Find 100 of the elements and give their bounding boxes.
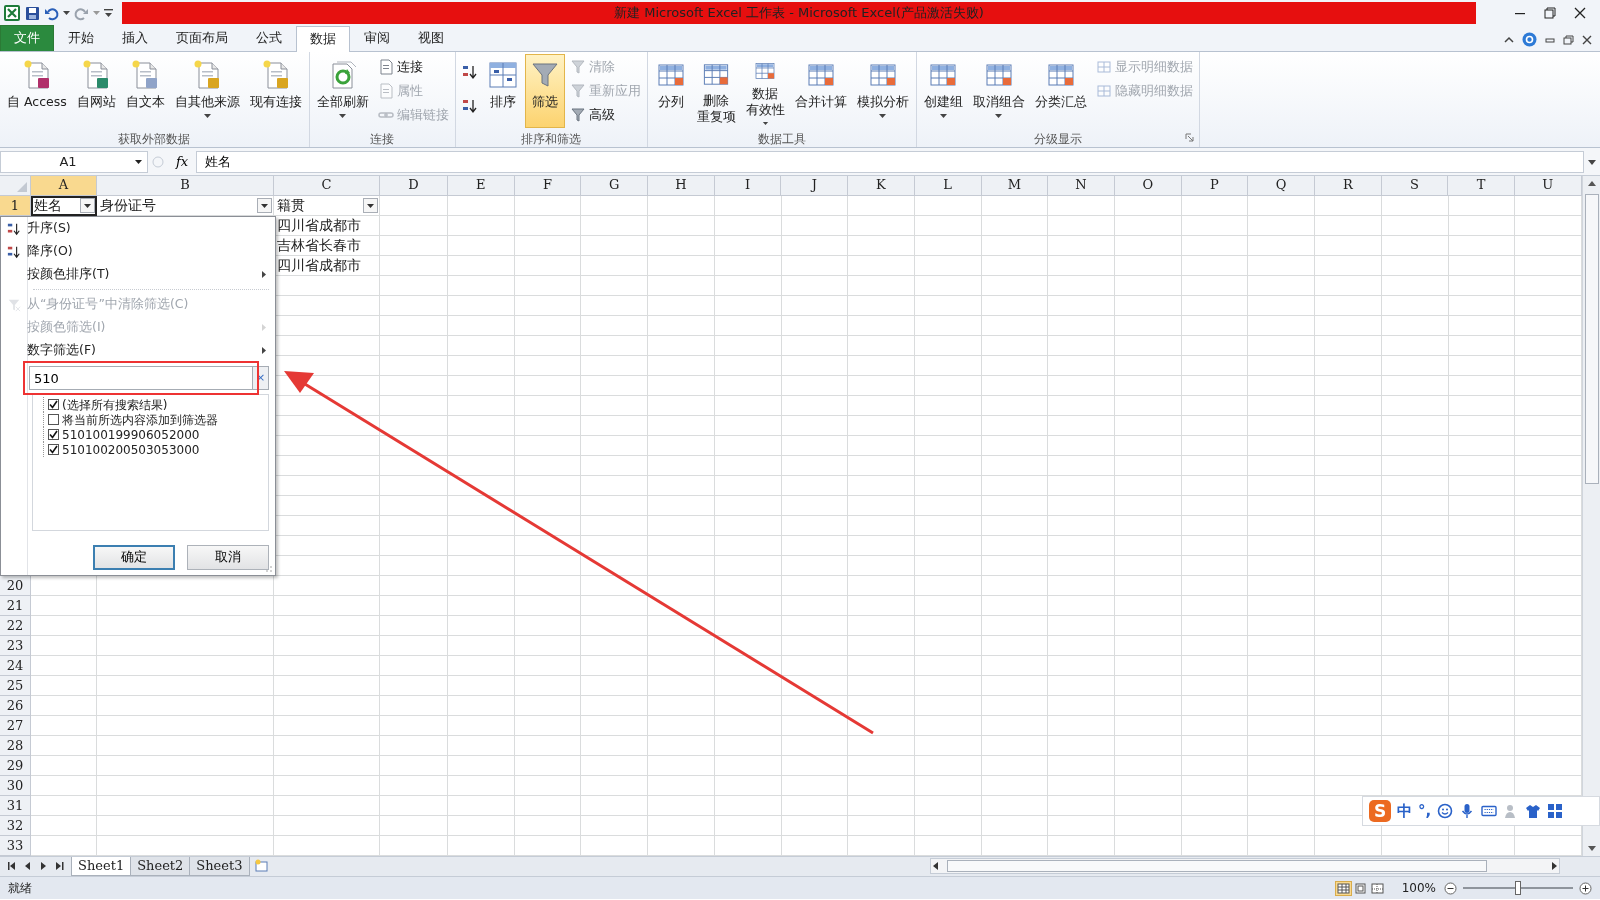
row-header[interactable]: 28 bbox=[0, 736, 31, 756]
row-header[interactable]: 32 bbox=[0, 816, 31, 836]
ribbon-button[interactable]: 高级 bbox=[566, 104, 644, 126]
save-icon[interactable] bbox=[25, 5, 40, 21]
ribbon-button[interactable]: 全部刷新 bbox=[312, 54, 373, 128]
ribbon-button[interactable]: 数据 有效性 bbox=[741, 54, 789, 128]
ribbon-button[interactable]: 自 Access bbox=[3, 54, 71, 128]
ribbon-button[interactable]: 分类汇总 bbox=[1030, 54, 1091, 128]
row-header[interactable]: 27 bbox=[0, 716, 31, 736]
sheet-tab[interactable]: Sheet2 bbox=[130, 857, 191, 876]
restore-icon[interactable] bbox=[1544, 7, 1556, 19]
column-header[interactable]: A bbox=[31, 176, 97, 196]
zoom-out-icon[interactable] bbox=[1444, 881, 1457, 895]
column-header[interactable]: D bbox=[380, 176, 448, 196]
menu-item[interactable]: 数字筛选(F) bbox=[1, 339, 275, 362]
column-header[interactable]: G bbox=[581, 176, 649, 196]
column-header[interactable]: N bbox=[1048, 176, 1115, 196]
sheet-tab[interactable]: Sheet1 bbox=[71, 857, 132, 876]
row-header[interactable]: 1 bbox=[0, 196, 31, 216]
column-header[interactable]: K bbox=[848, 176, 915, 196]
filter-button[interactable] bbox=[363, 198, 378, 213]
column-header[interactable]: O bbox=[1114, 176, 1182, 196]
ribbon-tab[interactable]: 视图 bbox=[404, 25, 458, 51]
apps-icon[interactable] bbox=[1547, 803, 1564, 819]
menu-item[interactable]: 降序(O) bbox=[1, 240, 275, 263]
previous-sheet-icon[interactable] bbox=[24, 861, 32, 871]
ribbon-tab[interactable]: 文件 bbox=[0, 25, 54, 51]
formula-field[interactable]: 姓名 bbox=[196, 150, 1584, 173]
ribbon-button[interactable]: 排序 bbox=[482, 54, 523, 128]
help-icon[interactable] bbox=[1522, 32, 1537, 47]
ribbon-button[interactable]: 筛选 bbox=[524, 54, 565, 128]
keyboard-icon[interactable] bbox=[1481, 803, 1498, 819]
checkbox[interactable] bbox=[48, 399, 59, 410]
column-header[interactable]: S bbox=[1381, 176, 1449, 196]
dialog-launcher-icon[interactable] bbox=[1184, 133, 1194, 142]
cancel-button[interactable]: 取消 bbox=[187, 545, 269, 570]
view-button[interactable] bbox=[1334, 880, 1352, 896]
scrollbar-thumb[interactable] bbox=[1584, 194, 1599, 484]
last-sheet-icon[interactable] bbox=[56, 861, 64, 871]
row-header[interactable]: 25 bbox=[0, 676, 31, 696]
column-header[interactable]: I bbox=[714, 176, 782, 196]
ribbon-button[interactable]: 分列 bbox=[650, 54, 691, 128]
column-header[interactable]: H bbox=[648, 176, 715, 196]
sheet-tab[interactable]: Sheet3 bbox=[189, 857, 250, 876]
scroll-left-icon[interactable] bbox=[931, 861, 941, 871]
ribbon-button[interactable]: 自网站 bbox=[72, 54, 120, 128]
shirt-icon[interactable] bbox=[1525, 803, 1542, 819]
row-header[interactable]: 22 bbox=[0, 616, 31, 636]
ribbon-button[interactable]: 创建组 bbox=[919, 54, 967, 128]
smiley-icon[interactable] bbox=[1437, 803, 1454, 819]
ribbon-tab[interactable]: 插入 bbox=[108, 25, 162, 51]
row-header[interactable]: 23 bbox=[0, 636, 31, 656]
column-header[interactable]: L bbox=[914, 176, 982, 196]
ribbon-tab[interactable]: 开始 bbox=[54, 25, 108, 51]
row-header[interactable]: 29 bbox=[0, 756, 31, 776]
row-header[interactable]: 24 bbox=[0, 656, 31, 676]
name-box[interactable]: A1 bbox=[0, 150, 148, 173]
ribbon-button[interactable]: 现有连接 bbox=[245, 54, 306, 128]
punctuation-toggle[interactable]: °, bbox=[1418, 799, 1432, 823]
ribbon-tab[interactable]: 审阅 bbox=[350, 25, 404, 51]
column-header[interactable]: E bbox=[448, 176, 515, 196]
column-header[interactable]: U bbox=[1515, 176, 1582, 196]
row-header[interactable]: 21 bbox=[0, 596, 31, 616]
ribbon-button[interactable]: 合并计算 bbox=[790, 54, 851, 128]
close-icon[interactable] bbox=[1582, 34, 1592, 45]
column-header[interactable]: Q bbox=[1248, 176, 1315, 196]
column-header[interactable]: F bbox=[514, 176, 582, 196]
slider-thumb[interactable] bbox=[1515, 881, 1521, 895]
column-header[interactable]: C bbox=[274, 176, 380, 196]
ribbon-button[interactable]: 自其他来源 bbox=[170, 54, 244, 128]
insert-function-button[interactable]: fx bbox=[168, 151, 197, 172]
scroll-right-icon[interactable] bbox=[1549, 861, 1559, 871]
column-header[interactable]: T bbox=[1448, 176, 1515, 196]
column-header[interactable]: B bbox=[97, 176, 274, 196]
row-header[interactable]: 20 bbox=[0, 576, 31, 596]
column-header[interactable]: M bbox=[981, 176, 1049, 196]
checkbox[interactable] bbox=[48, 444, 59, 455]
column-header[interactable]: J bbox=[781, 176, 849, 196]
scrollbar-thumb[interactable] bbox=[947, 860, 1487, 872]
ribbon-button[interactable]: 连接 bbox=[374, 56, 452, 78]
next-sheet-icon[interactable] bbox=[40, 861, 48, 871]
zoom-level[interactable]: 100% bbox=[1401, 879, 1436, 897]
row-header[interactable]: 33 bbox=[0, 836, 31, 856]
ok-button[interactable]: 确定 bbox=[93, 545, 175, 570]
filter-button[interactable] bbox=[80, 198, 95, 213]
customize-icon[interactable] bbox=[104, 8, 113, 18]
restore-icon[interactable] bbox=[1563, 34, 1574, 45]
collapse-ribbon-icon[interactable] bbox=[1504, 35, 1514, 44]
ribbon-tab[interactable]: 页面布局 bbox=[162, 25, 242, 51]
ribbon-tab[interactable]: 数据 bbox=[296, 26, 350, 52]
column-header[interactable]: P bbox=[1181, 176, 1249, 196]
row-header[interactable]: 31 bbox=[0, 796, 31, 816]
resize-grip-icon[interactable] bbox=[264, 564, 272, 572]
row-header[interactable]: 30 bbox=[0, 776, 31, 796]
search-field[interactable]: 510 bbox=[29, 366, 253, 390]
undo-icon[interactable] bbox=[44, 5, 59, 21]
first-sheet-icon[interactable] bbox=[8, 861, 16, 871]
row-header[interactable]: 26 bbox=[0, 696, 31, 716]
checkbox[interactable] bbox=[48, 414, 59, 425]
zoom-in-icon[interactable] bbox=[1579, 881, 1592, 895]
